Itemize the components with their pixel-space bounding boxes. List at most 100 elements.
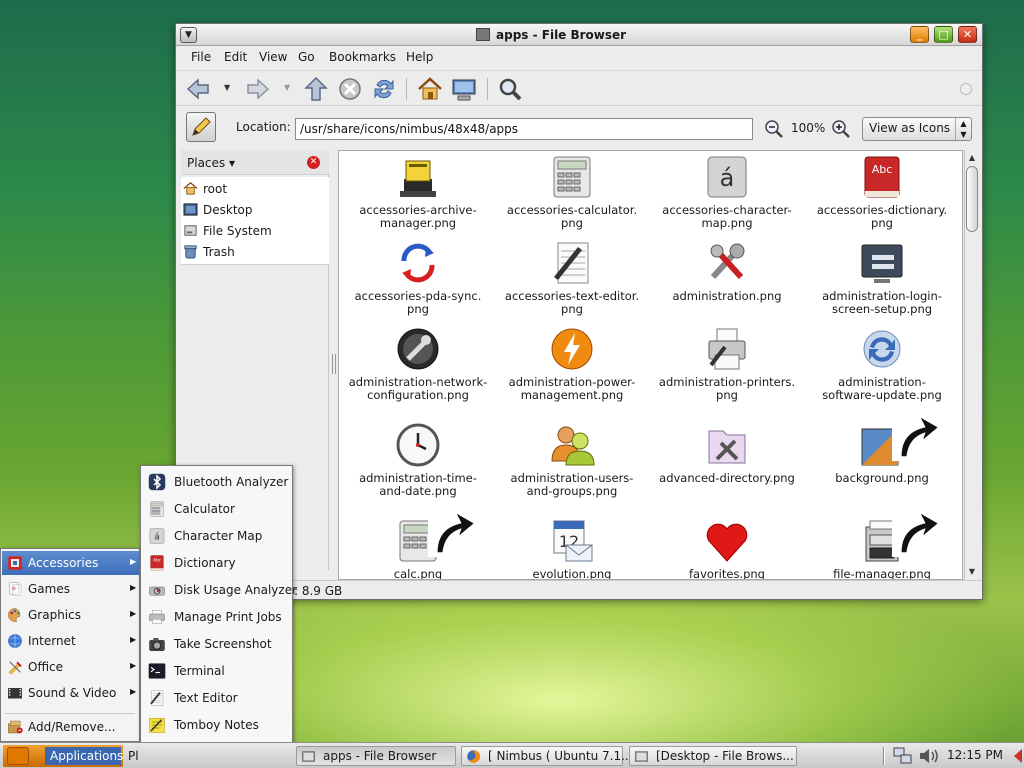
back-arrow-icon xyxy=(186,78,209,100)
pda-sync-icon xyxy=(401,243,435,283)
vertical-scrollbar[interactable]: ▲ ▼ xyxy=(964,150,978,580)
network-icon[interactable] xyxy=(893,747,913,765)
file-item[interactable]: favorites.png xyxy=(652,515,802,579)
submenu-arrow-icon: ▶ xyxy=(130,661,137,670)
submenu-item-dictionary[interactable]: Abc Dictionary xyxy=(142,549,292,575)
svg-text:á: á xyxy=(154,532,160,542)
menu-file[interactable]: File xyxy=(191,50,211,64)
file-thumbnail xyxy=(703,421,751,469)
file-item[interactable]: administration-printers. png xyxy=(652,323,802,409)
clock[interactable]: 12:15 PM xyxy=(947,748,1003,762)
printer-icon xyxy=(149,610,165,624)
stop-button[interactable] xyxy=(336,75,364,103)
scroll-down-icon[interactable]: ▼ xyxy=(966,566,978,578)
submenu-item-tomboy-notes[interactable]: Tomboy Notes xyxy=(142,711,292,737)
window-menu-button[interactable]: ▼ xyxy=(180,27,197,43)
titlebar[interactable]: ▼ apps - File Browser _ □ ✕ xyxy=(176,24,982,46)
taskbar-button[interactable]: [Desktop - File Brows... xyxy=(629,746,797,766)
file-item[interactable]: Abc accessories-dictionary. png xyxy=(807,151,957,237)
file-item[interactable]: administration-users-and-groups.png xyxy=(497,419,647,505)
file-item[interactable]: administration.png xyxy=(652,237,802,323)
home-button[interactable] xyxy=(416,75,444,103)
file-item[interactable]: background.png xyxy=(807,413,957,505)
file-item[interactable]: accessories-calculator. png xyxy=(497,151,647,237)
submenu-item-terminal[interactable]: Terminal xyxy=(142,657,292,683)
zoom-in-button[interactable] xyxy=(831,119,851,139)
file-name-line: and-date.png xyxy=(379,484,457,498)
sidebar-item-root[interactable]: root xyxy=(182,179,328,199)
volume-icon[interactable] xyxy=(918,747,942,765)
file-item[interactable]: advanced-directory.png xyxy=(652,419,802,505)
file-item[interactable]: accessories-pda-sync. png xyxy=(343,237,493,323)
logout-icon[interactable] xyxy=(1012,747,1024,765)
file-item[interactable]: accessories-text-editor. png xyxy=(497,237,647,323)
forward-history-dropdown[interactable]: ▼ xyxy=(284,83,290,92)
menu-bookmarks[interactable]: Bookmarks xyxy=(329,50,396,64)
file-item[interactable]: administration-network-configuration.png xyxy=(343,323,493,409)
submenu-item-take-screenshot[interactable]: Take Screenshot xyxy=(142,630,292,656)
back-history-dropdown[interactable]: ▼ xyxy=(224,83,230,92)
view-mode-select[interactable]: View as Icons ▲ ▼ xyxy=(862,117,972,141)
places-menu-button[interactable]: Pl xyxy=(128,749,139,763)
taskbar-button[interactable]: [ Nimbus ( Ubuntu 7.1... xyxy=(461,746,633,766)
file-item[interactable]: administration-software-update.png xyxy=(807,323,957,409)
menu-view[interactable]: View xyxy=(259,50,287,64)
menu-item-internet[interactable]: Internet ▶ xyxy=(2,629,139,653)
menu-help[interactable]: Help xyxy=(406,50,433,64)
sidebar-close-icon[interactable]: ✕ xyxy=(307,156,320,169)
submenu-item-calculator[interactable]: Calculator xyxy=(142,495,292,521)
taskbar-button[interactable]: apps - File Browser xyxy=(296,746,456,766)
file-name: administration-time-and-date.png xyxy=(343,472,493,498)
menu-edit[interactable]: Edit xyxy=(224,50,247,64)
menu-item-sound-video[interactable]: Sound & Video ▶ xyxy=(2,681,139,705)
pane-splitter[interactable] xyxy=(332,354,336,374)
menu-item-office[interactable]: Office ▶ xyxy=(2,655,139,679)
zoom-out-button[interactable] xyxy=(764,119,784,139)
close-button[interactable]: ✕ xyxy=(958,26,977,43)
file-item[interactable]: administration-time-and-date.png xyxy=(343,419,493,505)
file-item[interactable]: administration-login-screen-setup.png xyxy=(807,237,957,323)
minimize-button[interactable]: _ xyxy=(910,26,929,43)
submenu-item-manage-print-jobs[interactable]: Manage Print Jobs xyxy=(142,603,292,629)
location-input[interactable] xyxy=(295,118,753,140)
menu-item-icon xyxy=(7,555,23,571)
submenu-arrow-icon: ▶ xyxy=(130,687,137,696)
file-item[interactable]: 12 evolution.png xyxy=(497,515,647,580)
menu-go[interactable]: Go xyxy=(298,50,315,64)
home-icon xyxy=(183,181,198,195)
scroll-thumb[interactable] xyxy=(966,166,978,232)
sidebar-title[interactable]: Places ▾ xyxy=(187,156,235,170)
submenu-item-bluetooth-analyzer[interactable]: Bluetooth Analyzer xyxy=(142,468,292,494)
menu-item-add-remove[interactable]: Add/Remove... xyxy=(2,715,139,739)
sidebar-item-desktop[interactable]: Desktop xyxy=(182,200,328,220)
sidebar-item-trash[interactable]: Trash xyxy=(182,242,328,262)
reload-button[interactable] xyxy=(370,75,398,103)
applications-button[interactable]: Applications xyxy=(3,745,123,767)
back-button[interactable] xyxy=(184,75,212,103)
maximize-button[interactable]: □ xyxy=(934,26,953,43)
search-button[interactable] xyxy=(496,75,524,103)
administration-icon xyxy=(710,243,745,280)
sidebar-item-file-system[interactable]: File System xyxy=(182,221,328,241)
file-name: evolution.png xyxy=(497,568,647,580)
file-item[interactable]: calc.png xyxy=(343,509,493,579)
file-item[interactable]: á accessories-character-map.png xyxy=(652,151,802,237)
clock-icon xyxy=(396,423,440,467)
file-name: accessories-archive-manager.png xyxy=(343,204,493,230)
menu-item-graphics[interactable]: Graphics ▶ xyxy=(2,603,139,627)
submenu-item-disk-usage-analyzer[interactable]: Disk Usage Analyzer xyxy=(142,576,297,602)
file-item[interactable]: accessories-archive-manager.png xyxy=(343,151,493,237)
submenu-item-text-editor[interactable]: Text Editor xyxy=(142,684,292,710)
computer-button[interactable] xyxy=(450,75,478,103)
office-icon xyxy=(8,661,22,675)
file-item[interactable]: administration-power-management.png xyxy=(497,323,647,409)
menu-item-accessories[interactable]: Accessories ▶ xyxy=(2,551,139,575)
toggle-location-button[interactable] xyxy=(186,112,216,142)
sidebar-header[interactable]: Places ▾ ✕ xyxy=(181,150,329,175)
submenu-item-character-map[interactable]: á Character Map xyxy=(142,522,292,548)
file-item[interactable]: file-manager.png xyxy=(807,509,957,579)
up-button[interactable] xyxy=(302,75,330,103)
menu-item-games[interactable]: Games ▶ xyxy=(2,577,139,601)
scroll-up-icon[interactable]: ▲ xyxy=(966,152,978,164)
forward-button[interactable] xyxy=(244,75,272,103)
